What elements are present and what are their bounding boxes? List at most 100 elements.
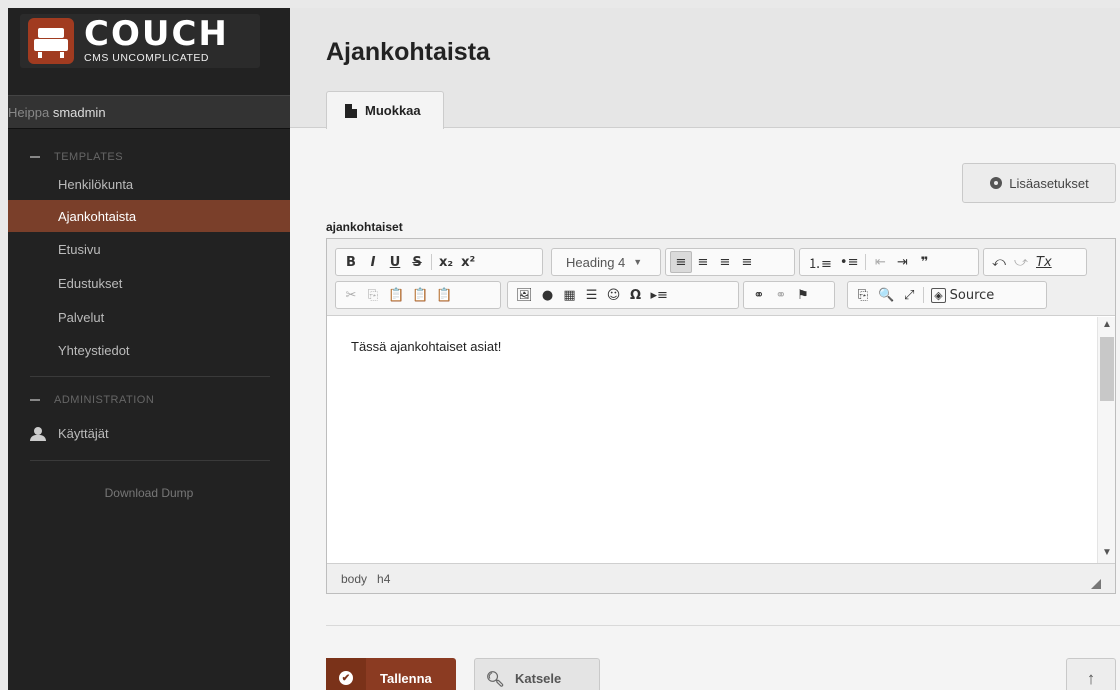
administration-heading[interactable]: ADMINISTRATION	[30, 394, 154, 406]
history-group: ⤺ ⤻ Tx	[983, 248, 1087, 276]
collapse-icon	[30, 156, 40, 158]
align-group: ≡ ≡ ≡ ≡	[665, 248, 795, 276]
advanced-settings-button[interactable]: Lisäasetukset	[962, 163, 1116, 203]
logo[interactable]: COUCH CMS UNCOMPLICATED	[20, 14, 260, 68]
flash-icon[interactable]: ●	[537, 284, 559, 306]
sidebar-item-ajankohtaista[interactable]: Ajankohtaista	[8, 200, 290, 232]
bulleted-list-button[interactable]: •≡	[836, 251, 863, 273]
sidebar-item-kayttajat[interactable]: Käyttäjät	[30, 426, 109, 441]
special-char-icon[interactable]: Ω	[625, 284, 647, 306]
page-title: Ajankohtaista	[326, 38, 490, 66]
logo-subtitle: CMS UNCOMPLICATED	[84, 52, 209, 64]
sidebar-item-label: Käyttäjät	[58, 426, 109, 441]
bold-button[interactable]: B	[340, 251, 362, 273]
source-button[interactable]: ◈ Source	[927, 284, 998, 306]
align-left-button[interactable]: ≡	[670, 251, 692, 273]
field-label: ajankohtaiset	[326, 220, 403, 234]
check-icon: ✔	[326, 658, 366, 690]
strikethrough-button[interactable]: S	[406, 251, 428, 273]
scroll-up-icon[interactable]: ▲	[1102, 319, 1112, 330]
editor-toolbar: B I U S x₂ x² Heading 4 ▼ ≡ ≡ ≡ ≡ ⒈≡ •≡	[327, 239, 1115, 316]
user-icon	[30, 426, 46, 441]
format-group: B I U S x₂ x²	[335, 248, 543, 276]
unlink-icon[interactable]: ⚭	[770, 284, 792, 306]
templates-heading[interactable]: TEMPLATES	[30, 151, 123, 163]
sidebar-item-henkilokunta[interactable]: Henkilökunta	[8, 168, 290, 200]
page-break-icon[interactable]: ▸≡	[647, 284, 672, 306]
greeting-user[interactable]: smadmin	[53, 105, 106, 120]
list-group: ⒈≡ •≡ ⇤ ⇥ ❞	[799, 248, 979, 276]
document-icon	[345, 103, 357, 118]
resize-grip-icon[interactable]	[1091, 579, 1101, 589]
scroll-thumb[interactable]	[1100, 337, 1114, 401]
save-button[interactable]: ✔ Tallenna	[326, 658, 456, 690]
scroll-top-button[interactable]: ↑	[1066, 658, 1116, 690]
save-label: Tallenna	[380, 670, 432, 686]
paste-text-button[interactable]: 📋	[408, 284, 432, 306]
copy-button[interactable]: ⎘	[362, 284, 384, 306]
paste-word-button[interactable]: 📋	[432, 284, 456, 306]
smiley-icon[interactable]: ☺	[603, 284, 625, 306]
download-dump-link[interactable]: Download Dump	[8, 486, 290, 500]
chevron-down-icon: ▼	[633, 257, 643, 267]
editor-content[interactable]: Tässä ajankohtaiset asiat!	[327, 317, 1097, 563]
paste-button[interactable]: 📋	[384, 284, 408, 306]
underline-button[interactable]: U	[384, 251, 406, 273]
content-heading: Tässä ajankohtaiset asiat!	[351, 339, 502, 354]
couch-icon	[28, 18, 74, 64]
anchor-icon[interactable]: ⚑	[792, 284, 814, 306]
link-group: ⚭ ⚭ ⚑	[743, 281, 835, 309]
editor-scrollbar[interactable]: ▲ ▼	[1097, 317, 1115, 563]
administration-heading-label: ADMINISTRATION	[54, 394, 155, 406]
remove-format-button[interactable]: Tx	[1032, 251, 1056, 273]
subscript-button[interactable]: x₂	[435, 251, 457, 273]
italic-button[interactable]: I	[362, 251, 384, 273]
image-icon[interactable]: 🖼	[512, 284, 537, 306]
view-label: Katsele	[515, 671, 562, 686]
link-icon[interactable]: ⚭	[748, 284, 770, 306]
element-path-bar: body h4	[327, 563, 1115, 593]
indent-button[interactable]: ⇥	[891, 251, 913, 273]
tab-label: Muokkaa	[365, 103, 421, 118]
sidebar-item-edustukset[interactable]: Edustukset	[8, 267, 290, 299]
blockquote-button[interactable]: ❞	[913, 251, 935, 273]
align-justify-button[interactable]: ≡	[736, 251, 758, 273]
align-center-button[interactable]: ≡	[692, 251, 714, 273]
sidebar-item-etusivu[interactable]: Etusivu	[8, 233, 290, 265]
divider	[326, 625, 1120, 626]
outdent-button[interactable]: ⇤	[869, 251, 891, 273]
greeting-prefix: Heippa	[8, 105, 53, 120]
greeting: Heippa smadmin	[8, 95, 290, 129]
logo-title: COUCH	[84, 14, 229, 54]
heading-select-value: Heading 4	[566, 254, 626, 270]
collapse-icon	[30, 399, 40, 401]
main-content: Ajankohtaista Muokkaa Lisäasetukset ajan…	[290, 8, 1120, 690]
path-body[interactable]: body	[341, 572, 367, 586]
clipboard-group: ✂ ⎘ 📋 📋 📋	[335, 281, 501, 309]
maximize-icon[interactable]: ⤢	[898, 284, 920, 306]
undo-button[interactable]: ⤺	[988, 251, 1010, 273]
toolbar-separator	[923, 287, 925, 303]
heading-select[interactable]: Heading 4 ▼	[551, 248, 661, 276]
align-right-button[interactable]: ≡	[714, 251, 736, 273]
sidebar-item-yhteystiedot[interactable]: Yhteystiedot	[8, 334, 290, 366]
scroll-down-icon[interactable]: ▼	[1102, 547, 1112, 558]
gear-icon	[989, 176, 1003, 190]
sidebar-item-palvelut[interactable]: Palvelut	[8, 301, 290, 333]
tools-group: ⎘ 🔍 ⤢ ◈ Source	[847, 281, 1047, 309]
table-icon[interactable]: ▦	[559, 284, 581, 306]
templates-icon[interactable]: ⎘	[852, 284, 874, 306]
sidebar: COUCH CMS UNCOMPLICATED Heippa smadmin T…	[8, 8, 290, 690]
source-label: Source	[949, 287, 995, 303]
redo-button[interactable]: ⤻	[1010, 251, 1032, 273]
preview-icon[interactable]: 🔍	[874, 284, 898, 306]
insert-group: 🖼 ● ▦ ☰ ☺ Ω ▸≡	[507, 281, 739, 309]
superscript-button[interactable]: x²	[457, 251, 479, 273]
advanced-settings-label: Lisäasetukset	[1009, 175, 1089, 191]
path-h4[interactable]: h4	[377, 572, 390, 586]
view-button[interactable]: 🔍︎ Katsele	[474, 658, 600, 690]
tab-muokkaa[interactable]: Muokkaa	[326, 91, 444, 129]
cut-button[interactable]: ✂	[340, 284, 362, 306]
horizontal-rule-icon[interactable]: ☰	[581, 284, 603, 306]
numbered-list-button[interactable]: ⒈≡	[804, 251, 836, 273]
